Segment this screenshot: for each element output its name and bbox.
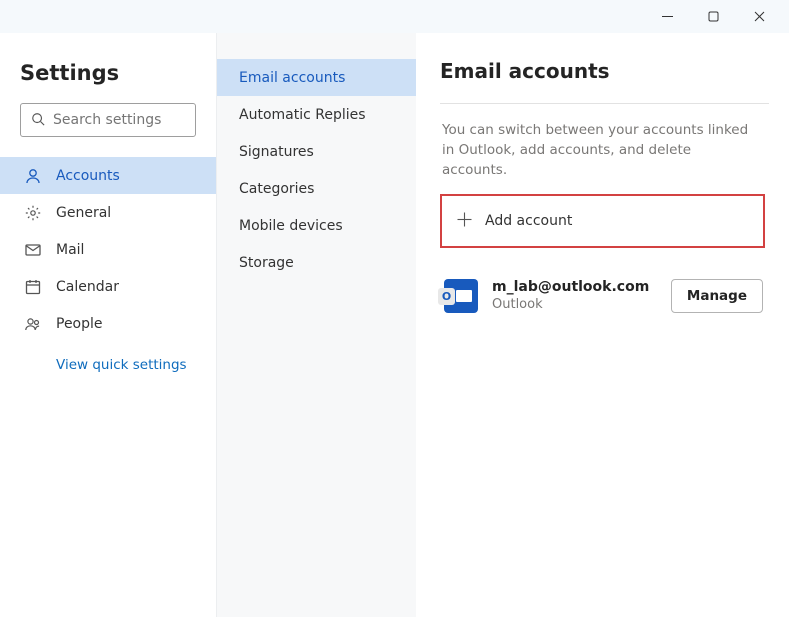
nav-item-mail[interactable]: Mail [0,231,216,268]
quick-settings-row: View quick settings [0,342,216,373]
primary-sidebar: Settings Accounts General [0,33,216,617]
person-icon [24,167,42,185]
nav-item-calendar[interactable]: Calendar [0,268,216,305]
subnav-label: Email accounts [239,70,345,86]
titlebar [0,0,789,33]
nav-label: Mail [56,242,84,258]
subnav-label: Signatures [239,144,314,160]
subnav-label: Automatic Replies [239,107,366,123]
window-close-button[interactable] [739,3,779,31]
account-email: m_lab@outlook.com [492,278,657,296]
outlook-icon: O [444,279,478,313]
detail-pane: Email accounts You can switch between yo… [416,33,789,617]
search-wrapper [0,103,216,157]
view-quick-settings-link[interactable]: View quick settings [56,357,187,373]
primary-nav: Accounts General Mail Calendar [0,157,216,342]
add-account-button[interactable]: Add account [440,194,765,248]
nav-item-general[interactable]: General [0,194,216,231]
content-area: Settings Accounts General [0,33,789,617]
calendar-icon [24,278,42,296]
mail-icon [24,241,42,259]
subnav-label: Categories [239,181,314,197]
subnav-item-mobile-devices[interactable]: Mobile devices [217,207,416,244]
search-icon [31,111,45,130]
people-icon [24,315,42,333]
nav-label: Accounts [56,168,120,184]
search-input[interactable] [45,112,195,128]
account-row: O m_lab@outlook.com Outlook Manage [440,248,765,314]
search-input-container[interactable] [20,103,196,137]
nav-item-people[interactable]: People [0,305,216,342]
nav-label: General [56,205,111,221]
add-account-label: Add account [485,213,572,229]
subnav-item-categories[interactable]: Categories [217,170,416,207]
subnav-label: Mobile devices [239,218,343,234]
detail-heading: Email accounts [440,59,765,103]
secondary-nav: Email accounts Automatic Replies Signatu… [217,59,416,281]
manage-account-button[interactable]: Manage [671,279,763,313]
account-meta: m_lab@outlook.com Outlook [492,278,657,314]
secondary-sidebar: Email accounts Automatic Replies Signatu… [216,33,416,617]
subnav-label: Storage [239,255,294,271]
detail-description: You can switch between your accounts lin… [440,104,765,194]
settings-title: Settings [0,61,216,103]
subnav-item-automatic-replies[interactable]: Automatic Replies [217,96,416,133]
gear-icon [24,204,42,222]
subnav-item-signatures[interactable]: Signatures [217,133,416,170]
window-minimize-button[interactable] [647,3,687,31]
subnav-item-email-accounts[interactable]: Email accounts [217,59,416,96]
window-maximize-button[interactable] [693,3,733,31]
account-type: Outlook [492,296,657,314]
plus-icon [456,211,473,232]
nav-label: Calendar [56,279,119,295]
nav-label: People [56,316,103,332]
subnav-item-storage[interactable]: Storage [217,244,416,281]
nav-item-accounts[interactable]: Accounts [0,157,216,194]
